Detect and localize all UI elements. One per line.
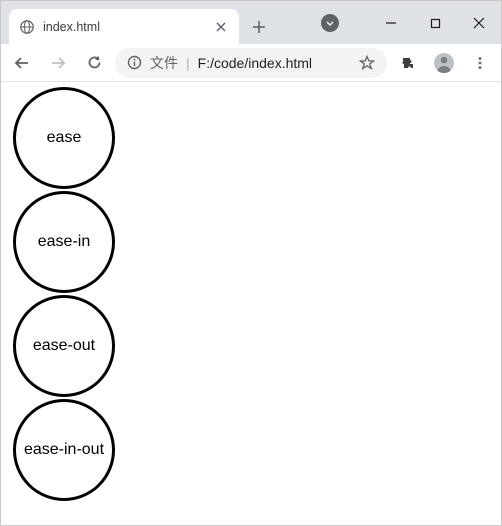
site-info-icon[interactable] [127, 55, 142, 70]
minimize-button[interactable] [369, 8, 413, 38]
browser-tab[interactable]: index.html [9, 9, 239, 44]
forward-button[interactable] [43, 48, 73, 78]
bookmark-star-button[interactable] [359, 55, 375, 71]
circle-label: ease-in-out [24, 441, 104, 459]
circle-label: ease [47, 129, 82, 147]
circle-ease-in-out: ease-in-out [13, 399, 115, 501]
profile-avatar[interactable] [429, 48, 459, 78]
tab-search-button[interactable] [321, 14, 339, 32]
extensions-button[interactable] [393, 48, 423, 78]
globe-icon [19, 19, 35, 35]
back-button[interactable] [7, 48, 37, 78]
address-separator: | [186, 55, 190, 71]
circle-label: ease-in [38, 233, 90, 251]
circle-ease: ease [13, 87, 115, 189]
browser-toolbar: 文件 | F:/code/index.html [1, 44, 501, 82]
maximize-button[interactable] [413, 8, 457, 38]
new-tab-button[interactable] [245, 13, 273, 41]
page-content: ease ease-in ease-out ease-in-out [1, 82, 501, 525]
window-controls [369, 8, 501, 38]
close-window-button[interactable] [457, 8, 501, 38]
window-titlebar: index.html [1, 1, 501, 44]
reload-button[interactable] [79, 48, 109, 78]
tab-title: index.html [43, 20, 205, 34]
address-bar[interactable]: 文件 | F:/code/index.html [115, 48, 387, 78]
address-url: F:/code/index.html [198, 55, 312, 71]
address-info-label: 文件 [150, 53, 178, 73]
circle-ease-out: ease-out [13, 295, 115, 397]
circle-ease-in: ease-in [13, 191, 115, 293]
circle-label: ease-out [33, 337, 95, 355]
kebab-menu-button[interactable] [465, 48, 495, 78]
tab-close-button[interactable] [213, 22, 229, 32]
